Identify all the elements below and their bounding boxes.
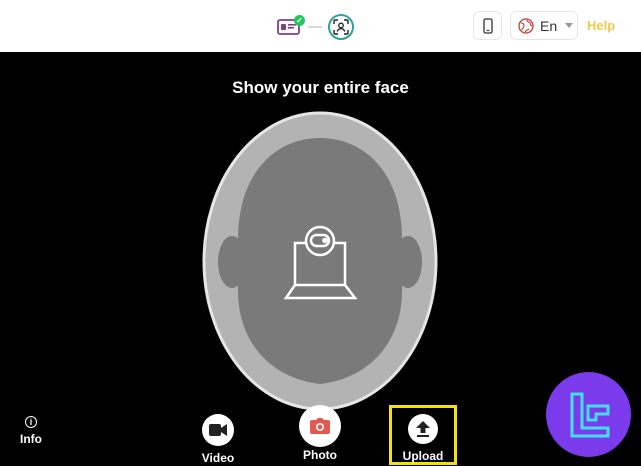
language-selector[interactable]: En: [510, 11, 578, 40]
globe-icon: [518, 17, 534, 34]
info-button[interactable]: i Info: [14, 416, 48, 446]
info-icon: i: [25, 416, 37, 428]
video-label: Video: [201, 451, 235, 465]
page-title: Show your entire face: [232, 78, 409, 97]
upload-button-circle: [408, 414, 438, 444]
photo-button[interactable]: Photo: [296, 405, 344, 462]
progress-steps: ✓: [276, 12, 354, 42]
face-scan-icon: [333, 19, 349, 35]
photo-button-circle: [299, 405, 341, 447]
photo-label: Photo: [303, 448, 337, 462]
video-button-circle: [202, 414, 234, 446]
step-face-scan: [328, 14, 354, 40]
step-id-document: ✓: [276, 14, 305, 40]
brand-logo-icon: [570, 392, 609, 437]
brand-logo: [546, 372, 631, 457]
chevron-down-icon: [565, 23, 574, 28]
face-guide-oval: [202, 111, 438, 411]
switch-device-button[interactable]: [473, 11, 502, 40]
check-icon: ✓: [294, 15, 305, 26]
phone-icon: [482, 17, 493, 34]
help-link[interactable]: Help: [587, 18, 615, 33]
camera-icon: [310, 418, 330, 434]
info-label: Info: [20, 432, 42, 446]
upload-icon: [416, 421, 430, 437]
video-button[interactable]: Video: [195, 414, 241, 465]
step-connector: [308, 26, 322, 28]
upload-button[interactable]: Upload: [389, 405, 457, 465]
top-bar: ✓ En Help: [0, 0, 641, 52]
video-camera-icon: [209, 424, 227, 436]
upload-label: Upload: [402, 449, 444, 463]
language-label: En: [540, 17, 558, 34]
